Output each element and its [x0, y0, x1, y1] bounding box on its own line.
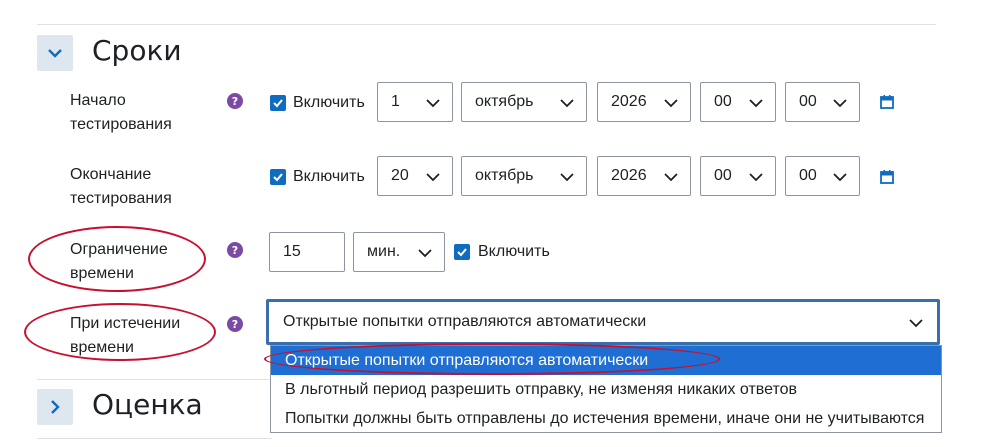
timelimit-unit-value: мин.: [367, 243, 401, 260]
overdue-handling-value: Открытые попытки отправляются автоматиче…: [283, 313, 647, 330]
option-grace-period[interactable]: В льготный период разрешить отправку, не…: [271, 375, 941, 404]
chevron-down-icon: [909, 319, 923, 328]
close-hour-value: 00: [714, 167, 732, 184]
section-title-grade: Оценка: [92, 388, 203, 421]
close-hour-select[interactable]: 00: [700, 156, 776, 196]
overdue-handling-select[interactable]: Открытые попытки отправляются автоматиче…: [266, 299, 940, 345]
open-year-select[interactable]: 2026: [597, 82, 691, 122]
annotation-ellipse-option: [264, 343, 720, 375]
close-year-value: 2026: [611, 167, 647, 184]
timelimit-value: 15: [283, 243, 301, 260]
open-month-select[interactable]: октябрь: [461, 82, 587, 122]
check-icon: [457, 248, 467, 257]
top-divider: [37, 24, 936, 25]
collapse-timing-button[interactable]: [37, 35, 73, 71]
close-month-select[interactable]: октябрь: [461, 156, 587, 196]
question-circle-icon[interactable]: ?: [227, 93, 243, 109]
close-day-value: 20: [391, 167, 409, 184]
chevron-down-icon: [664, 99, 678, 108]
annotation-ellipse-timelimit: [28, 226, 206, 292]
check-icon: [273, 99, 283, 108]
expand-grade-button[interactable]: [37, 389, 73, 425]
open-minute-select[interactable]: 00: [785, 82, 860, 122]
close-enable-checkbox[interactable]: [270, 169, 286, 185]
timelimit-unit-select[interactable]: мин.: [353, 232, 445, 272]
timelimit-enable-label: Включить: [478, 243, 550, 260]
close-minute-select[interactable]: 00: [785, 156, 860, 196]
chevron-down-icon: [833, 173, 847, 182]
open-label-line2: тестирования: [70, 116, 172, 133]
chevron-down-icon: [749, 173, 763, 182]
calendar-icon[interactable]: [880, 170, 894, 184]
close-label-line2: тестирования: [70, 190, 172, 207]
annotation-ellipse-expires: [24, 303, 216, 361]
close-minute-value: 00: [799, 167, 817, 184]
open-day-value: 1: [391, 93, 400, 110]
open-enable-label: Включить: [293, 94, 365, 111]
check-icon: [273, 173, 283, 182]
section-divider: [37, 379, 272, 380]
section-title-timing: Сроки: [92, 34, 182, 67]
close-day-select[interactable]: 20: [377, 156, 453, 196]
chevron-down-icon: [749, 99, 763, 108]
close-year-select[interactable]: 2026: [597, 156, 691, 196]
chevron-down-icon: [560, 99, 574, 108]
chevron-down-icon: [426, 173, 440, 182]
question-circle-icon[interactable]: ?: [227, 242, 243, 258]
open-month-value: октябрь: [475, 93, 534, 110]
option-must-submit[interactable]: Попытки должны быть отправлены до истече…: [271, 404, 941, 433]
chevron-down-icon: [418, 249, 432, 258]
chevron-down-icon: [560, 173, 574, 182]
timelimit-input[interactable]: 15: [269, 232, 345, 272]
close-label-line1: Окончание: [70, 166, 152, 183]
chevron-down-icon: [664, 173, 678, 182]
open-hour-value: 00: [714, 93, 732, 110]
chevron-right-icon: [51, 400, 60, 414]
open-label-line1: Начало: [70, 92, 126, 109]
chevron-down-icon: [833, 99, 847, 108]
bottom-divider: [37, 438, 272, 439]
calendar-icon[interactable]: [880, 95, 894, 109]
open-enable-checkbox[interactable]: [270, 95, 286, 111]
open-year-value: 2026: [611, 93, 647, 110]
chevron-down-icon: [48, 49, 62, 58]
close-month-value: октябрь: [475, 167, 534, 184]
question-circle-icon[interactable]: ?: [227, 316, 243, 332]
close-enable-label: Включить: [293, 168, 365, 185]
open-minute-value: 00: [799, 93, 817, 110]
timelimit-enable-checkbox[interactable]: [454, 244, 470, 260]
open-day-select[interactable]: 1: [377, 82, 453, 122]
open-hour-select[interactable]: 00: [700, 82, 776, 122]
chevron-down-icon: [426, 99, 440, 108]
